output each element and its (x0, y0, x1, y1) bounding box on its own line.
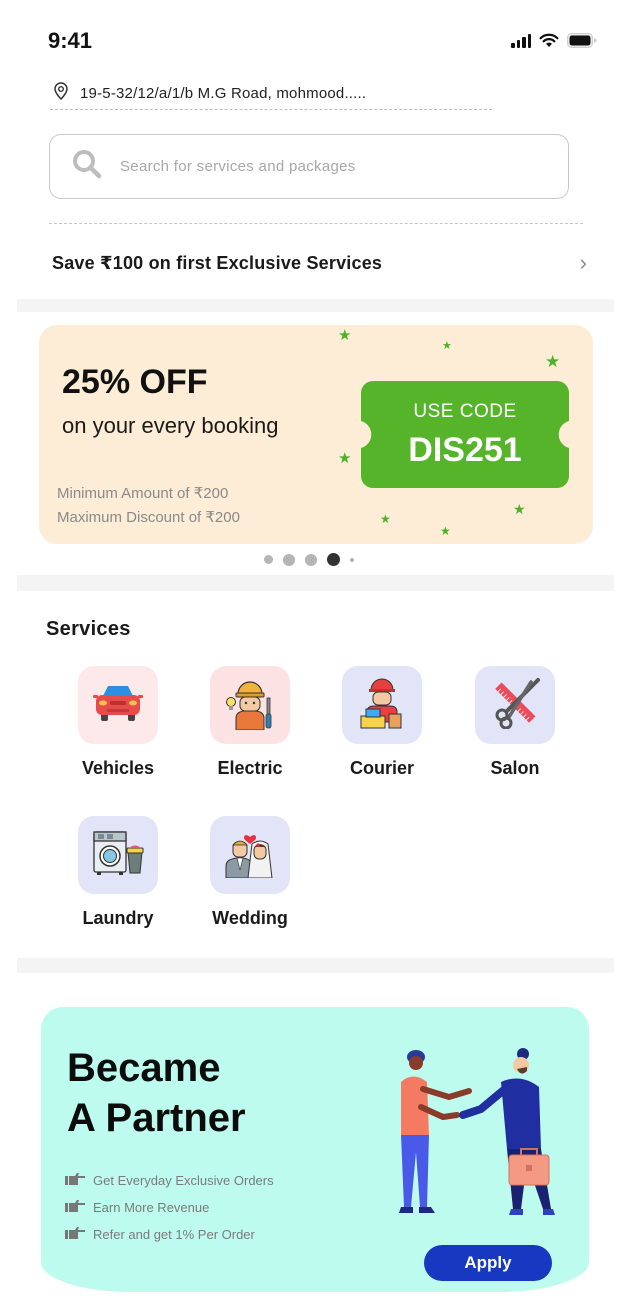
offer-banner[interactable]: 25% OFF on your every booking Minimum Am… (39, 325, 593, 544)
partner-title-line2: A Partner (67, 1096, 246, 1140)
service-tile (78, 666, 158, 744)
apply-button[interactable]: Apply (424, 1245, 552, 1281)
battery-icon (567, 33, 597, 48)
service-label: Vehicles (81, 758, 155, 778)
star-icon: ★ (442, 340, 452, 352)
carousel-dot[interactable] (305, 553, 317, 566)
offer-subtitle: on your every booking (62, 413, 279, 438)
partner-title-line1: Became (67, 1046, 221, 1090)
service-label: Wedding (212, 908, 288, 928)
search-placeholder: Search for services and packages (120, 158, 356, 175)
chevron-right-icon: › (579, 250, 587, 275)
service-wedding[interactable]: Wedding (190, 816, 310, 929)
offer-title: 25% OFF (62, 363, 208, 401)
pointing-hand-icon (65, 1172, 85, 1189)
star-icon: ★ (380, 512, 391, 526)
perk-item: Get Everyday Exclusive Orders (65, 1167, 274, 1194)
offer-max-discount: Maximum Discount of ₹200 (57, 509, 240, 526)
service-tile (475, 666, 555, 744)
washing-machine-icon (92, 830, 144, 881)
electrician-icon (226, 676, 274, 735)
coupon-code-badge[interactable]: USE CODE DIS251 (361, 381, 569, 488)
perk-text: Get Everyday Exclusive Orders (93, 1173, 274, 1188)
partner-perks-list: Get Everyday Exclusive Orders Earn More … (65, 1167, 274, 1248)
section-divider (17, 958, 614, 973)
service-label: Courier (349, 758, 414, 778)
pointing-hand-icon (65, 1199, 85, 1216)
search-icon (72, 149, 102, 184)
scissors-comb-icon (489, 677, 541, 734)
service-vehicles[interactable]: Vehicles (58, 666, 178, 779)
status-icons (511, 33, 597, 48)
coupon-code: DIS251 (408, 431, 522, 469)
address-text: 19-5-32/12/a/1/b M.G Road, mohmood..... (80, 85, 367, 102)
car-icon (93, 682, 143, 729)
service-electric[interactable]: Electric (190, 666, 310, 779)
service-tile (210, 816, 290, 894)
offer-min-amount: Minimum Amount of ₹200 (57, 485, 229, 502)
wifi-icon (539, 33, 559, 48)
service-laundry[interactable]: Laundry (58, 816, 178, 929)
divider (49, 223, 583, 224)
star-icon: ★ (338, 327, 352, 344)
search-input[interactable]: Search for services and packages (49, 134, 569, 199)
service-salon[interactable]: Salon (455, 666, 575, 779)
star-icon: ★ (545, 352, 561, 371)
carousel-dot[interactable] (283, 553, 295, 566)
service-tile (78, 816, 158, 894)
carousel-pagination (264, 553, 354, 566)
carousel-dot[interactable] (350, 557, 354, 562)
partner-title: Became A Partner (67, 1043, 246, 1143)
perk-text: Refer and get 1% Per Order (93, 1227, 255, 1242)
status-time: 9:41 (48, 28, 93, 53)
service-tile (210, 666, 290, 744)
perk-item: Earn More Revenue (65, 1194, 274, 1221)
service-tile (342, 666, 422, 744)
service-label: Electric (217, 758, 283, 778)
star-icon: ★ (513, 501, 526, 517)
perk-item: Refer and get 1% Per Order (65, 1221, 274, 1248)
service-courier[interactable]: Courier (322, 666, 442, 779)
service-label: Salon (490, 758, 540, 778)
star-icon: ★ (440, 524, 451, 538)
section-divider (17, 299, 614, 312)
map-pin-icon (54, 82, 68, 105)
promo-link-text: Save ₹100 on first Exclusive Services (52, 252, 383, 273)
become-partner-card[interactable]: Became A Partner Get Everyday Exclusive … (41, 1007, 589, 1292)
star-icon: ★ (338, 450, 352, 467)
section-divider (17, 575, 614, 591)
handshake-illustration (371, 1037, 561, 1222)
coupon-label: USE CODE (413, 401, 517, 422)
courier-icon (358, 676, 406, 735)
carousel-dot[interactable] (264, 555, 273, 564)
pointing-hand-icon (65, 1226, 85, 1243)
first-service-promo-link[interactable]: Save ₹100 on first Exclusive Services › (52, 248, 587, 278)
signal-icon (511, 33, 531, 48)
carousel-dot-active[interactable] (327, 553, 340, 566)
services-heading: Services (46, 618, 131, 640)
service-label: Laundry (82, 908, 154, 928)
status-bar: 9:41 (0, 0, 631, 80)
wedding-couple-icon (224, 828, 276, 883)
perk-text: Earn More Revenue (93, 1200, 210, 1215)
location-selector[interactable]: 19-5-32/12/a/1/b M.G Road, mohmood..... (50, 78, 492, 110)
